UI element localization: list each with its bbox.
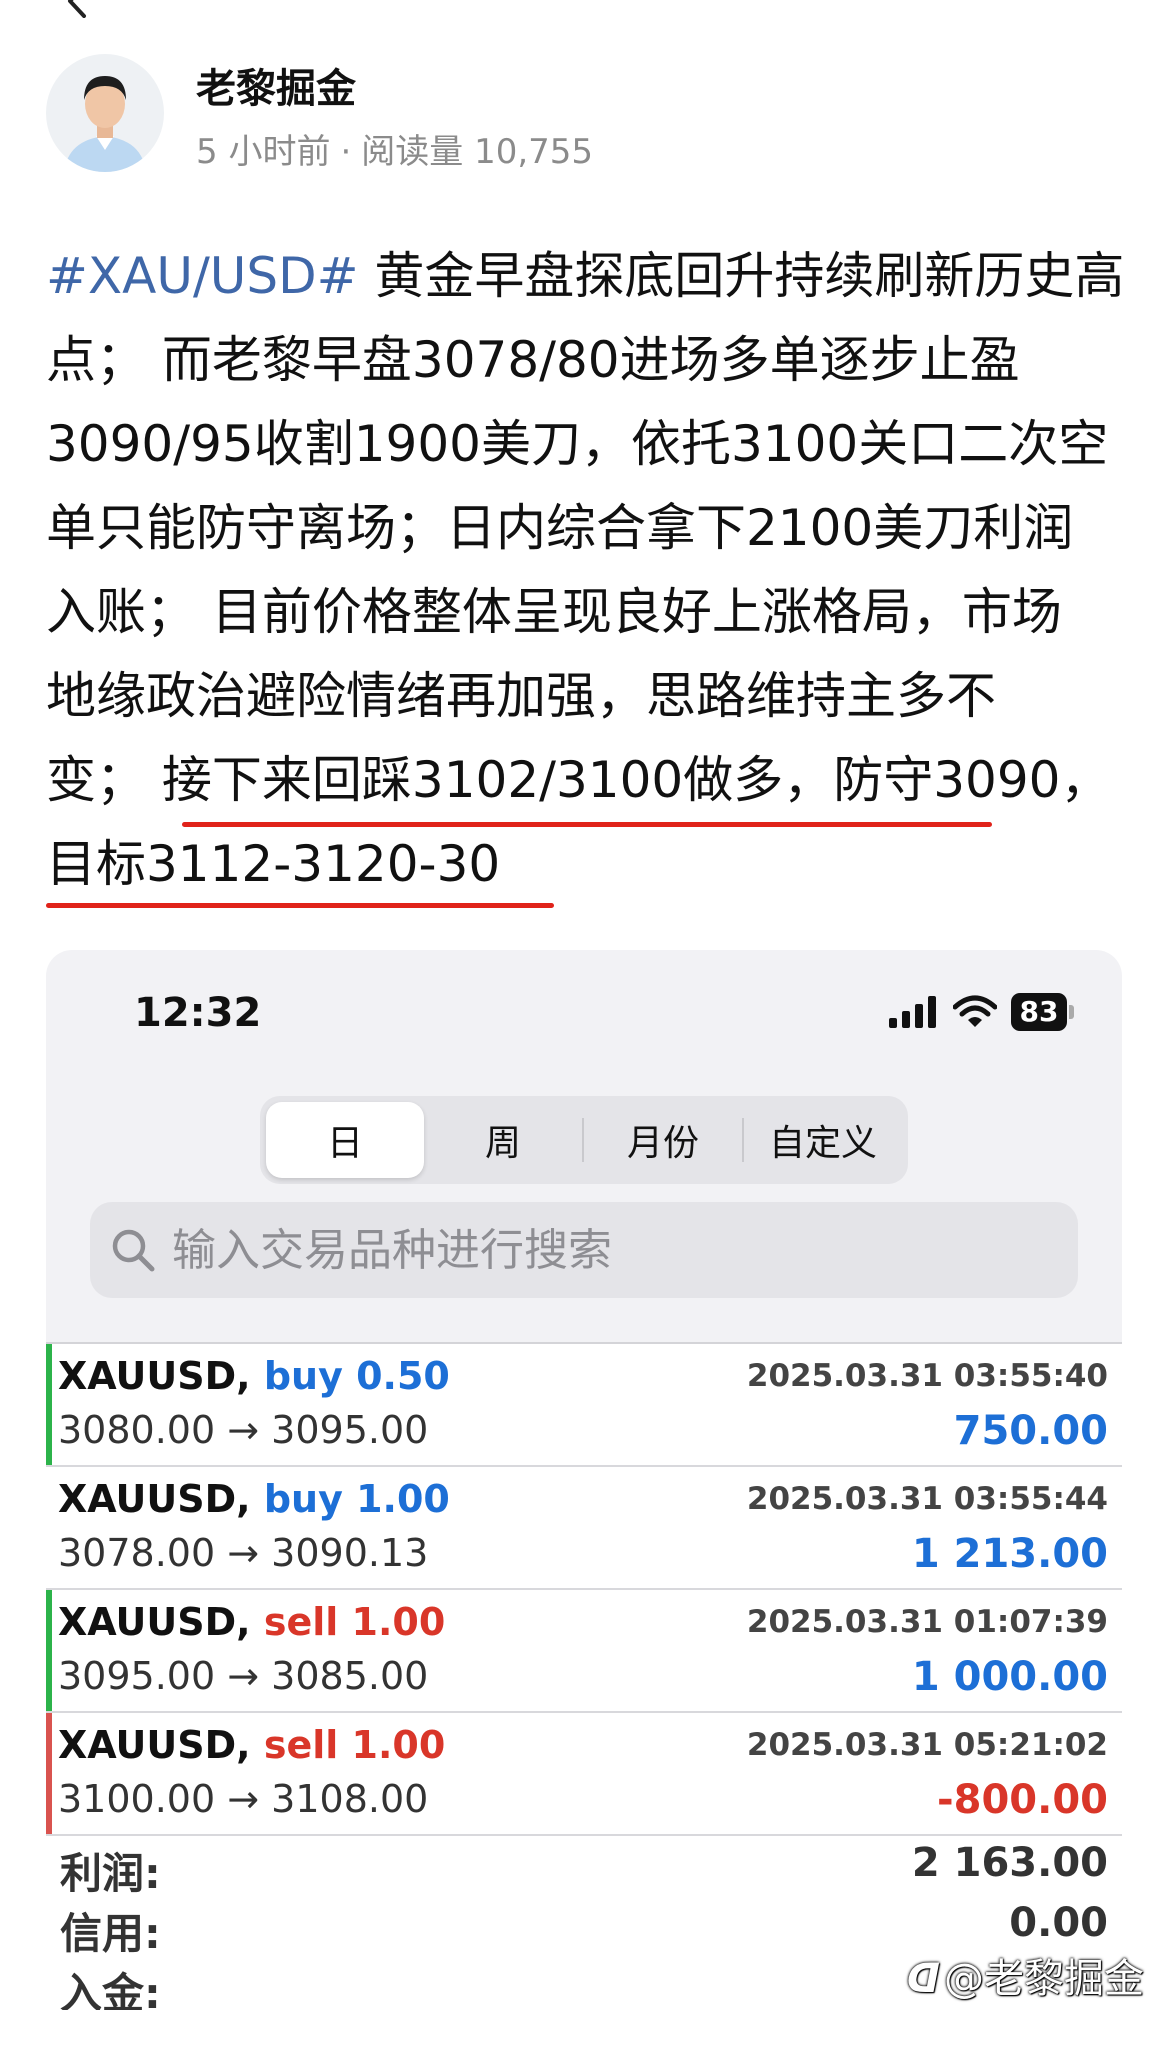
meta-separator: · <box>340 132 352 172</box>
search-input[interactable] <box>170 1223 1034 1277</box>
highlight-underline <box>46 903 554 908</box>
arrow-icon: → <box>227 1408 260 1452</box>
symbol-search-bar[interactable] <box>90 1202 1078 1298</box>
trade-profit: 750.00 <box>953 1408 1108 1454</box>
trade-profit: 1 000.00 <box>911 1654 1108 1700</box>
trade-row[interactable]: XAUUSD, buy 1.00 3078.00 → 3090.13 2025.… <box>46 1467 1122 1590</box>
trade-time: 2025.03.31 05:21:02 <box>746 1727 1108 1763</box>
trade-symbol: XAUUSD, buy 1.00 <box>58 1477 450 1521</box>
trade-profit: 1 213.00 <box>911 1531 1108 1577</box>
post-line-6: 地缘政治避险情绪再加强，思路维持主多不 <box>46 667 996 725</box>
trade-time: 2025.03.31 03:55:44 <box>746 1481 1108 1517</box>
trade-volume: 1.00 <box>351 1600 446 1644</box>
arrow-icon: → <box>227 1777 260 1821</box>
open-price: 3095.00 <box>58 1654 216 1698</box>
symbol-text: XAUUSD, <box>58 1723 251 1767</box>
post-line-4: 单只能防守离场；日内综合拿下2100美刀利润 <box>46 499 1074 557</box>
trade-status-bar <box>46 1344 52 1465</box>
tab-week[interactable]: 周 <box>424 1102 582 1178</box>
author-name[interactable]: 老黎掘金 <box>196 56 356 114</box>
symbol-text: XAUUSD, <box>58 1477 251 1521</box>
close-price: 3085.00 <box>271 1654 429 1698</box>
trade-row[interactable]: XAUUSD, buy 0.50 3080.00 → 3095.00 2025.… <box>46 1344 1122 1467</box>
status-icons: 83 <box>889 990 1074 1034</box>
post-line-text: 黄金早盘探底回升持续刷新历史高 <box>358 247 1125 305</box>
hashtag-link[interactable]: #XAU/USD# <box>46 247 359 305</box>
deposit-label: 入金: <box>60 1969 161 2010</box>
post-line-8: 目标3112-3120-30 <box>46 835 501 893</box>
post-meta: 5 小时前 · 阅读量 10,755 <box>196 124 593 173</box>
trade-prices: 3100.00 → 3108.00 <box>58 1777 428 1821</box>
trade-history-list: XAUUSD, buy 0.50 3080.00 → 3095.00 2025.… <box>46 1344 1122 1836</box>
trade-side: sell <box>263 1723 339 1767</box>
close-price: 3108.00 <box>271 1777 429 1821</box>
profit-total: 2 163.00 <box>911 1840 1108 1886</box>
post-line-3: 3090/95收割1900美刀，依托3100关口二次空 <box>46 415 1109 473</box>
toutiao-logo-icon: ᗡ <box>906 1956 940 2002</box>
trade-volume: 0.50 <box>356 1354 450 1398</box>
arrow-icon: → <box>227 1654 260 1698</box>
trade-side: buy <box>263 1354 343 1398</box>
post-line-2: 点； 而老黎早盘3078/80进场多单逐步止盈 <box>46 331 1020 389</box>
profit-label: 利润: <box>60 1849 161 1898</box>
battery-level: 83 <box>1011 993 1067 1031</box>
highlight-underline <box>182 822 992 827</box>
trade-profit: -800.00 <box>937 1777 1108 1823</box>
battery-icon: 83 <box>1011 993 1074 1031</box>
tab-day[interactable]: 日 <box>266 1102 424 1178</box>
tab-custom[interactable]: 自定义 <box>744 1102 902 1178</box>
open-price: 3080.00 <box>58 1408 216 1452</box>
trade-status-bar <box>46 1590 52 1711</box>
period-segmented-control[interactable]: 日 周 月份 自定义 <box>260 1096 908 1184</box>
symbol-text: XAUUSD, <box>58 1354 251 1398</box>
signal-icon <box>889 996 936 1028</box>
credit-value: 0.00 <box>1009 1900 1108 1946</box>
post-line-5: 入账； 目前价格整体呈现良好上涨格局，市场 <box>46 583 1062 641</box>
wifi-icon <box>953 995 997 1027</box>
symbol-text: XAUUSD, <box>58 1600 251 1644</box>
post-time: 5 小时前 <box>196 132 331 172</box>
trade-symbol: XAUUSD, buy 0.50 <box>58 1354 450 1398</box>
post-line-7: 变； 接下来回踩3102/3100做多，防守3090， <box>46 751 1111 809</box>
close-price: 3090.13 <box>271 1531 429 1575</box>
open-price: 3078.00 <box>58 1531 216 1575</box>
trade-row[interactable]: XAUUSD, sell 1.00 3095.00 → 3085.00 2025… <box>46 1590 1122 1713</box>
battery-tip <box>1069 1005 1074 1019</box>
trade-row[interactable]: XAUUSD, sell 1.00 3100.00 → 3108.00 2025… <box>46 1713 1122 1836</box>
trade-prices: 3080.00 → 3095.00 <box>58 1408 428 1452</box>
read-count: 阅读量 10,755 <box>361 132 594 172</box>
trade-volume: 1.00 <box>356 1477 450 1521</box>
trade-time: 2025.03.31 01:07:39 <box>746 1604 1108 1640</box>
embedded-screenshot[interactable]: 12:32 83 日 周 月份 自定义 输入交易品种进行搜索 XAUUSD, b… <box>46 950 1122 2010</box>
open-price: 3100.00 <box>58 1777 216 1821</box>
avatar[interactable] <box>46 54 164 172</box>
trade-symbol: XAUUSD, sell 1.00 <box>58 1723 445 1767</box>
trade-symbol: XAUUSD, sell 1.00 <box>58 1600 445 1644</box>
trade-status-bar <box>46 1713 52 1834</box>
trade-volume: 1.00 <box>351 1723 446 1767</box>
trade-time: 2025.03.31 03:55:40 <box>746 1358 1108 1394</box>
back-arrow-icon[interactable] <box>60 0 94 18</box>
status-time: 12:32 <box>134 990 262 1036</box>
tab-month[interactable]: 月份 <box>584 1102 742 1178</box>
trade-status-bar <box>46 1467 52 1588</box>
trade-prices: 3078.00 → 3090.13 <box>58 1531 428 1575</box>
trade-side: sell <box>263 1600 339 1644</box>
arrow-icon: → <box>227 1531 260 1575</box>
watermark: ᗡ @老黎掘金 <box>907 1946 1144 2004</box>
search-icon <box>112 1229 155 1272</box>
watermark-text: @老黎掘金 <box>944 1956 1144 2002</box>
credit-label: 信用: <box>60 1909 161 1958</box>
post-body: #XAU/USD# 黄金早盘探底回升持续刷新历史高 点； 而老黎早盘3078/8… <box>46 234 1126 906</box>
trade-side: buy <box>263 1477 343 1521</box>
post-line-1: #XAU/USD# 黄金早盘探底回升持续刷新历史高 <box>46 234 1126 318</box>
close-price: 3095.00 <box>271 1408 429 1452</box>
trade-prices: 3095.00 → 3085.00 <box>58 1654 428 1698</box>
